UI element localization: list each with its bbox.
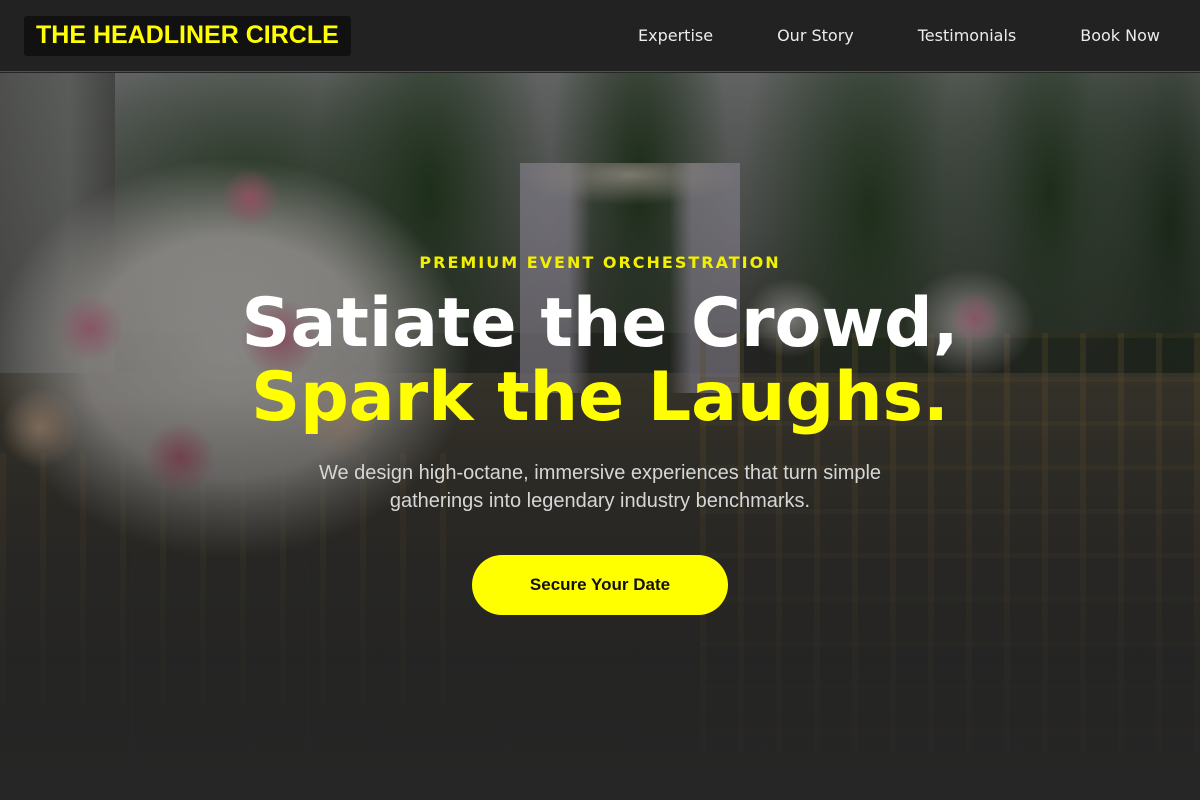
site-header: THE HEADLINER CIRCLE Expertise Our Story…	[0, 0, 1200, 72]
hero-subtext: We design high-octane, immersive experie…	[318, 462, 882, 512]
hero-headline: Satiate the Crowd, Spark the Laughs.	[0, 287, 1200, 435]
hero-headline-line1: Satiate the Crowd,	[241, 284, 959, 363]
secure-your-date-button[interactable]: Secure Your Date	[472, 555, 728, 615]
nav-link-expertise[interactable]: Expertise	[638, 26, 713, 45]
hero-eyebrow: PREMIUM EVENT ORCHESTRATION	[419, 253, 781, 272]
main-nav: Expertise Our Story Testimonials Book No…	[574, 26, 1160, 45]
hero-content: PREMIUM EVENT ORCHESTRATION Satiate the …	[0, 73, 1200, 800]
brand-logo[interactable]: THE HEADLINER CIRCLE	[24, 15, 351, 56]
nav-link-our-story[interactable]: Our Story	[777, 26, 854, 45]
hero-headline-line2: Spark the Laughs.	[251, 358, 949, 437]
nav-link-testimonials[interactable]: Testimonials	[918, 26, 1017, 45]
nav-link-book-now[interactable]: Book Now	[1080, 26, 1160, 45]
